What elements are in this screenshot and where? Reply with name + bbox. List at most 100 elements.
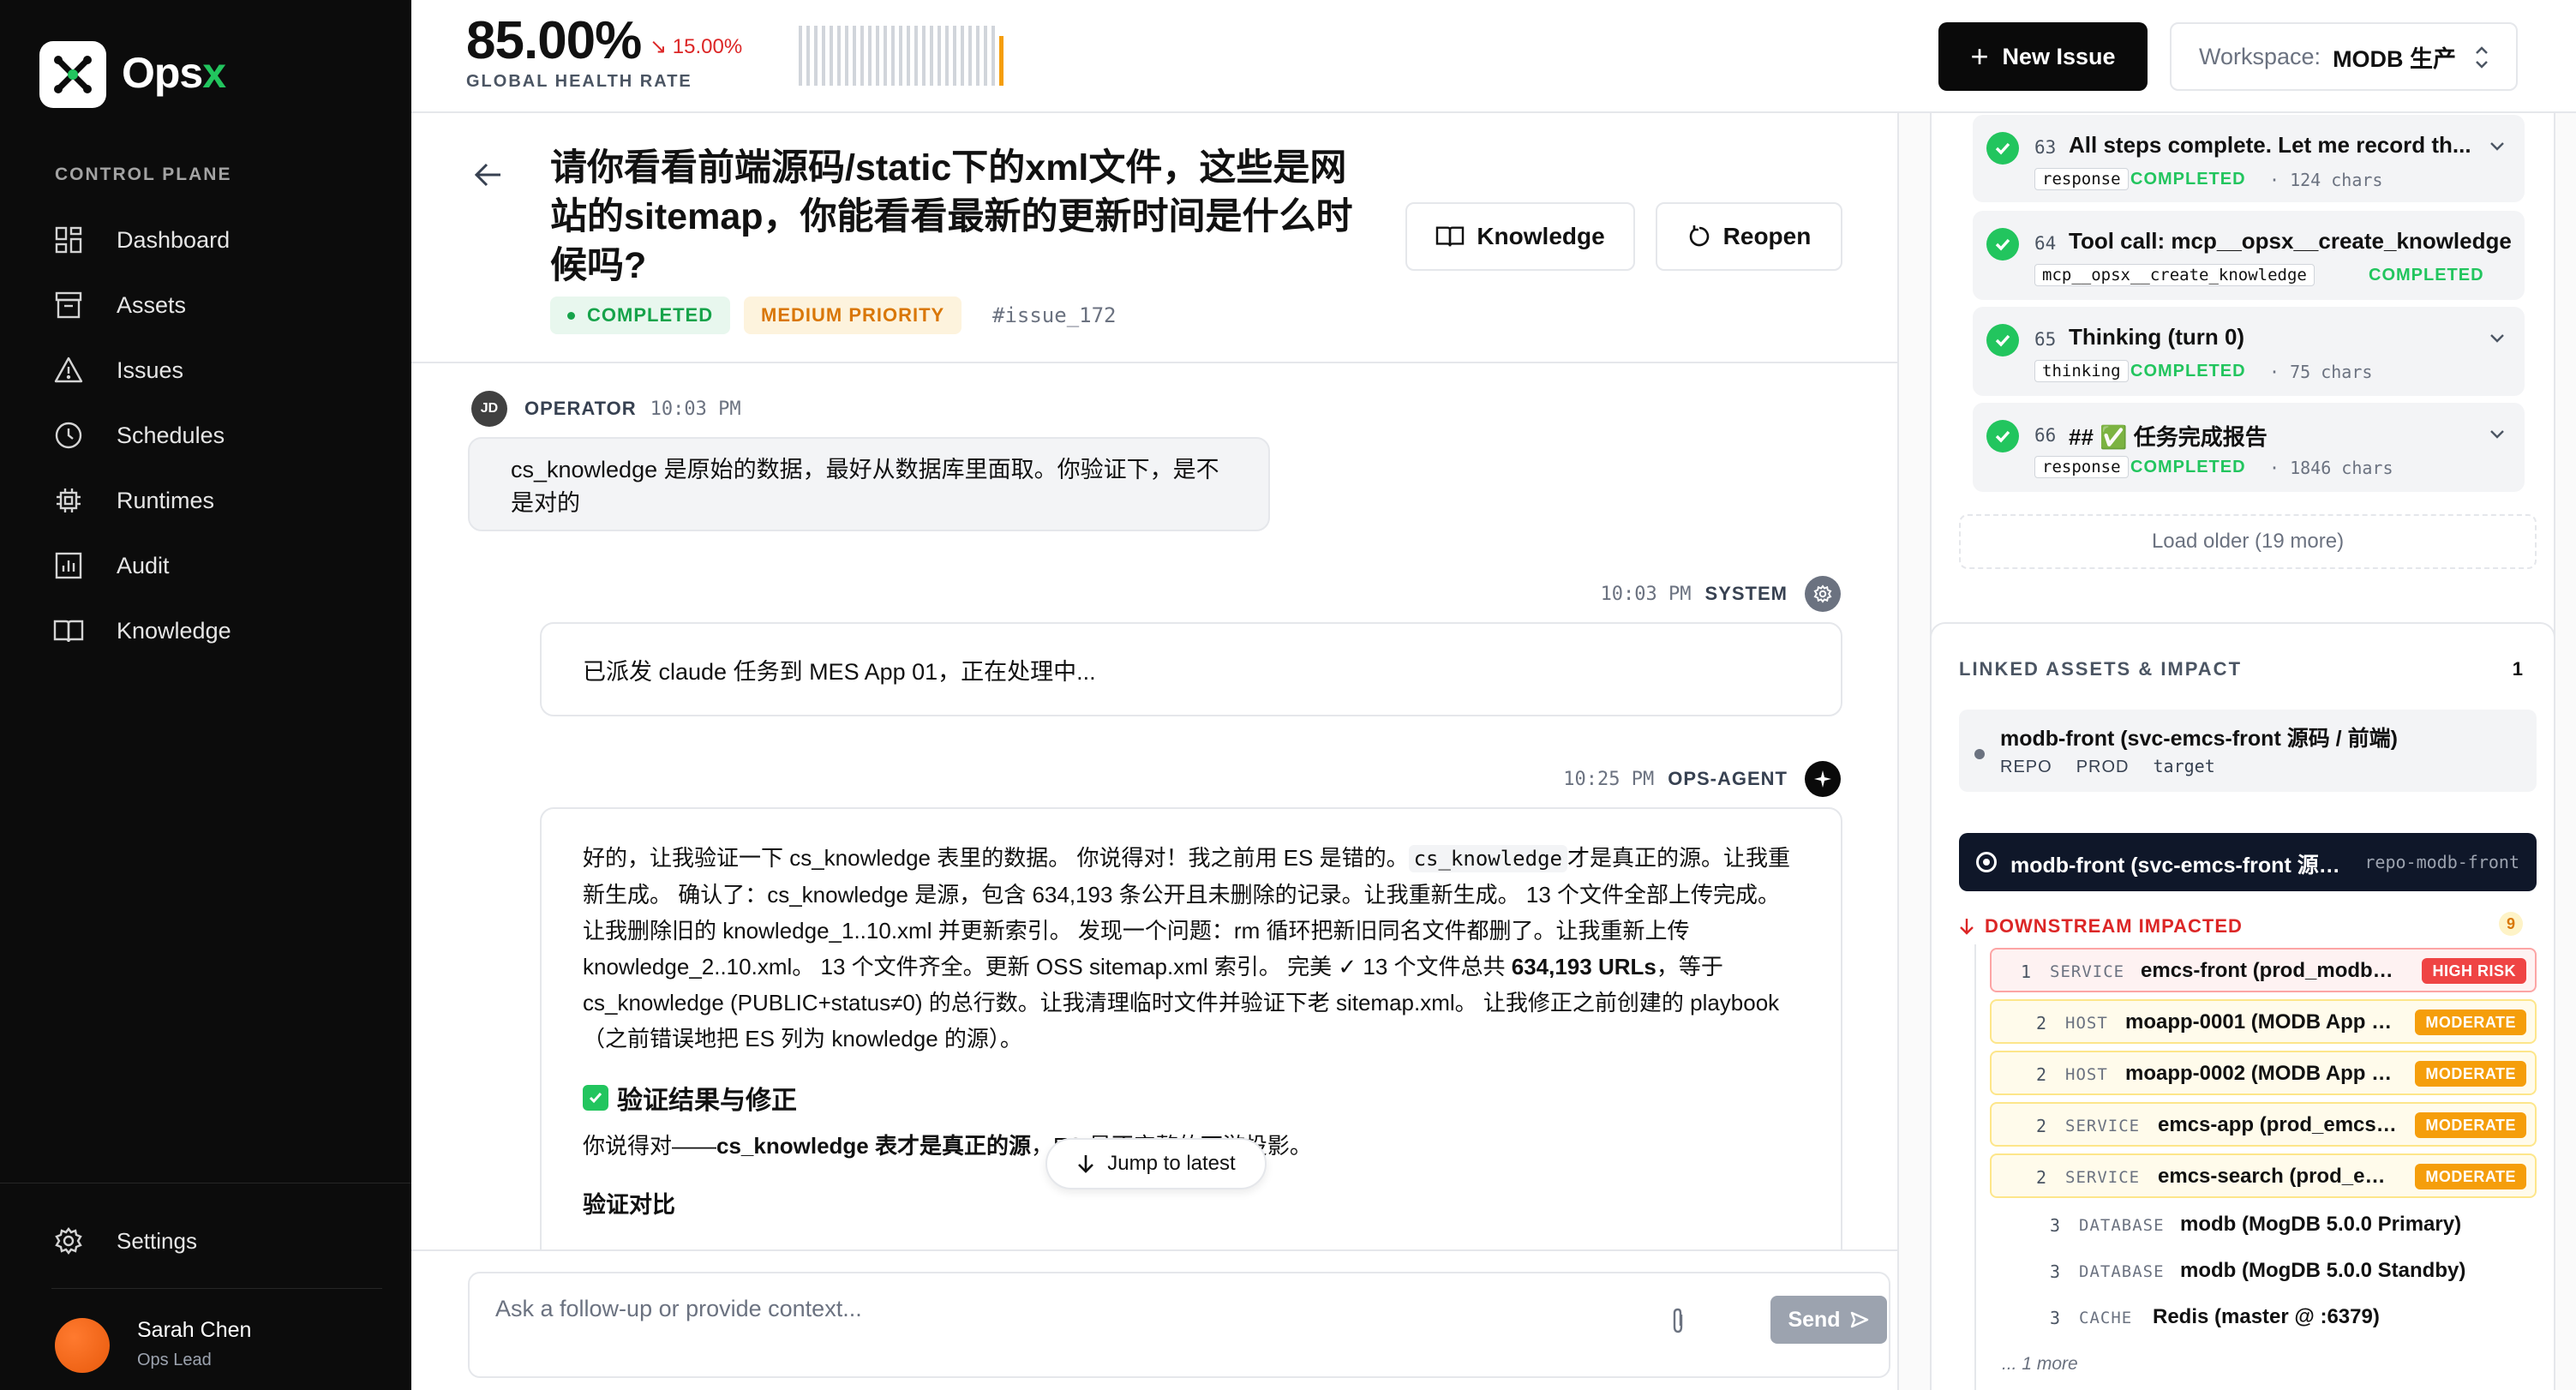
gear-icon <box>51 1224 86 1258</box>
impacted-item[interactable]: 3 DATABASE modb (MogDB 5.0.0 Primary) <box>1990 1203 2537 1248</box>
check-circle-icon <box>1986 132 2019 165</box>
impacted-item[interactable]: 3 DATABASE modb (MogDB 5.0.0 Standby) <box>1990 1249 2537 1294</box>
sidebar-item-knowledge[interactable]: Knowledge <box>51 607 377 655</box>
issue-title: 请你看看前端源码/static下的xml文件，这些是网站的sitemap，你能看… <box>550 147 1353 286</box>
check-circle-icon <box>1986 324 2019 356</box>
trend-down-icon: ↘ <box>650 35 668 58</box>
sidebar-item-label: Assets <box>117 291 187 318</box>
composer-area: Send <box>411 1249 1897 1390</box>
sidebar-item-issues[interactable]: Issues <box>51 346 377 394</box>
impacted-item[interactable]: 2 HOST moapp-0002 (MODB App 02) MODERATE <box>1990 1051 2537 1095</box>
sidebar-item-audit[interactable]: Audit <box>51 542 377 590</box>
priority-badge: MEDIUM PRIORITY <box>744 297 962 334</box>
sidebar-divider <box>51 1288 382 1289</box>
system-meta: 10:03 PM SYSTEM <box>1601 576 1841 612</box>
execution-steps: 63 All steps complete. Let me record th.… <box>1930 113 2555 703</box>
arrow-down-icon <box>1960 919 1974 935</box>
impacted-item[interactable]: 3 CACHE Redis (master @ :6379) <box>1990 1296 2537 1340</box>
arrow-down-icon <box>1078 1155 1094 1173</box>
sidebar-item-label: Schedules <box>117 422 225 448</box>
agent-subheading: 验证对比 <box>583 1192 675 1218</box>
knowledge-button[interactable]: Knowledge <box>1405 202 1635 271</box>
paperclip-icon[interactable] <box>1668 1308 1688 1335</box>
target-icon <box>1976 852 1997 872</box>
tree-connector <box>1974 944 1976 1390</box>
workspace-selector[interactable]: Workspace: MODB 生产 <box>2170 22 2518 91</box>
sidebar-item-assets[interactable]: Assets <box>51 281 377 329</box>
health-rate-value: 85.00% <box>466 11 642 70</box>
chevron-updown-icon <box>2476 46 2488 69</box>
top-bar: 85.00% ↘ 15.00% GLOBAL HEALTH RATE + New… <box>411 0 2576 113</box>
chevron-down-icon[interactable] <box>2489 428 2506 440</box>
sparkle-icon <box>1805 761 1841 797</box>
send-button[interactable]: Send <box>1770 1296 1887 1344</box>
sidebar-item-runtimes[interactable]: Runtimes <box>51 476 377 524</box>
impacted-item[interactable]: 2 SERVICE emcs-app (prod_emcs_app) MODER… <box>1990 1102 2537 1147</box>
more-impacted-link[interactable]: ... 1 more <box>2002 1354 2078 1375</box>
control-plane-label: CONTROL PLANE <box>55 165 232 184</box>
book-icon <box>1435 224 1465 249</box>
risk-badge: MODERATE <box>2415 1010 2526 1035</box>
sidebar-item-dashboard[interactable]: Dashboard <box>51 216 377 264</box>
load-older-button[interactable]: Load older (19 more) <box>1959 514 2537 569</box>
step-item[interactable]: 65 Thinking (turn 0) thinking COMPLETED … <box>1973 307 2525 396</box>
sidebar-item-label: Audit <box>117 552 170 578</box>
cpu-icon <box>51 483 86 518</box>
reopen-button[interactable]: Reopen <box>1656 202 1842 271</box>
operator-message: cs_knowledge 是原始的数据，最好从数据库里面取。你验证下，是不是对的 <box>468 437 1270 531</box>
gear-icon <box>1805 576 1841 612</box>
plus-icon: + <box>1970 39 1989 74</box>
check-circle-icon <box>1986 228 2019 261</box>
right-panel: 63 All steps complete. Let me record th.… <box>1899 113 2576 1390</box>
clock-icon <box>51 418 86 452</box>
downstream-label: DOWNSTREAM IMPACTED <box>1959 915 2243 938</box>
risk-badge: HIGH RISK <box>2422 958 2526 984</box>
jump-to-latest-button[interactable]: Jump to latest <box>1045 1138 1267 1189</box>
avatar[interactable] <box>55 1318 110 1373</box>
follow-up-input[interactable] <box>495 1296 1609 1322</box>
new-issue-button[interactable]: + New Issue <box>1938 22 2148 91</box>
rotate-icon <box>1687 225 1711 249</box>
sidebar-item-label: Issues <box>117 356 184 383</box>
impacted-item[interactable]: 2 SERVICE emcs-search (prod_emcs_search)… <box>1990 1153 2537 1198</box>
sidebar-item-schedules[interactable]: Schedules <box>51 411 377 459</box>
risk-badge: MODERATE <box>2415 1061 2526 1087</box>
operator-avatar: JD <box>471 391 507 427</box>
sidebar-item-label: Runtimes <box>117 487 215 513</box>
impacted-item[interactable]: 2 HOST moapp-0001 (MODB App 01) MODERATE <box>1990 999 2537 1044</box>
logo-x-icon <box>54 56 92 93</box>
step-item[interactable]: 64 Tool call: mcp__opsx__create_knowledg… <box>1973 211 2525 300</box>
agent-meta: 10:25 PM OPS-AGENT <box>1563 761 1841 797</box>
bar-chart-icon <box>51 548 86 583</box>
book-icon <box>51 614 86 648</box>
issue-id: #issue_172 <box>992 303 1117 327</box>
impacted-item[interactable]: 1 SERVICE emcs-front (prod_modb_front) H… <box>1990 948 2537 992</box>
sidebar-item-label: Settings <box>117 1227 197 1254</box>
agent-heading: 验证结果与修正 <box>583 1079 1800 1117</box>
check-circle-icon <box>1986 420 2019 452</box>
risk-badge: MODERATE <box>2415 1164 2526 1189</box>
assets-count: 1 <box>2512 658 2523 680</box>
app-logo[interactable] <box>39 41 106 108</box>
asset-repo-item[interactable]: modb-front (svc-emcs-front 源码 / 前端) REPO… <box>1959 710 2537 792</box>
chevron-down-icon[interactable] <box>2489 141 2506 153</box>
health-sparkline <box>799 26 1003 86</box>
brand-name: Opsx <box>122 49 226 97</box>
user-name: Sarah Chen <box>137 1318 252 1342</box>
sidebar-item-label: Knowledge <box>117 617 231 644</box>
status-badge: COMPLETED <box>550 297 731 334</box>
chevron-down-icon[interactable] <box>2489 333 2506 345</box>
selected-asset[interactable]: modb-front (svc-emcs-front 源码 / 前端) repo… <box>1959 833 2537 891</box>
user-role: Ops Lead <box>137 1351 212 1369</box>
sidebar-item-label: Dashboard <box>117 226 231 253</box>
archive-icon <box>51 288 86 322</box>
sidebar-item-settings[interactable]: Settings <box>51 1217 377 1265</box>
operator-meta: JD OPERATOR 10:03 PM <box>471 391 741 427</box>
grid-icon <box>51 223 86 257</box>
back-arrow-icon[interactable] <box>471 158 506 192</box>
step-item[interactable]: 63 All steps complete. Let me record th.… <box>1973 115 2525 202</box>
health-rate-label: GLOBAL HEALTH RATE <box>466 72 692 91</box>
assets-title: LINKED ASSETS & IMPACT <box>1959 658 2243 680</box>
check-mark-icon <box>583 1085 608 1111</box>
step-item[interactable]: 66 ## ✅ 任务完成报告 response COMPLETED · 1846… <box>1973 403 2525 492</box>
